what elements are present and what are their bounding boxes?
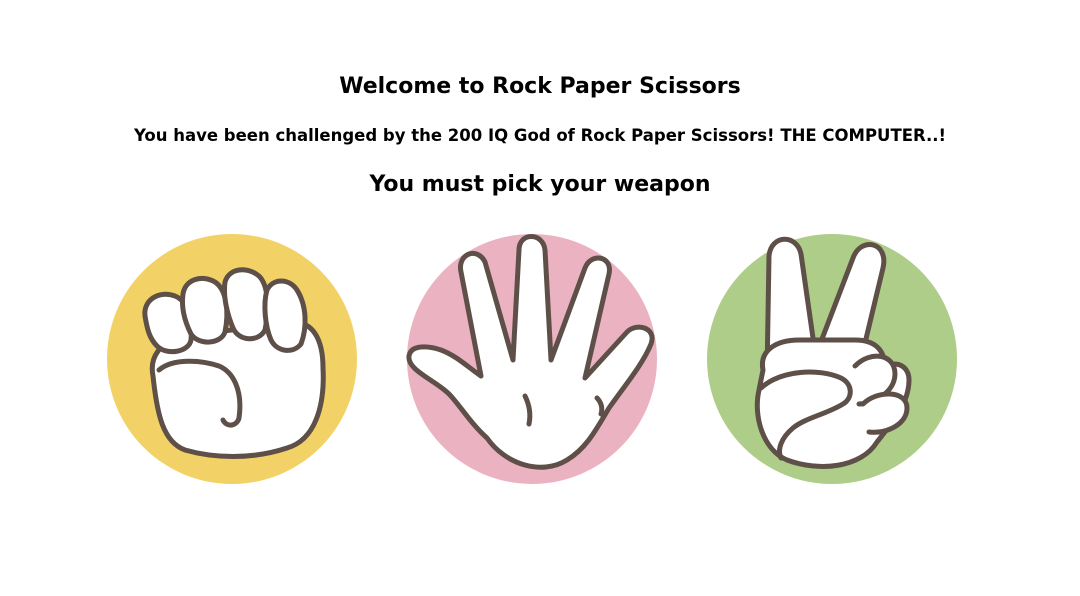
challenge-subtitle: You have been challenged by the 200 IQ G… [133, 126, 947, 145]
page-title: Welcome to Rock Paper Scissors [339, 74, 741, 99]
scissors-label: scissors [832, 490, 833, 491]
pick-weapon-prompt: You must pick your weapon [369, 172, 711, 197]
rock-label: rock [232, 490, 233, 491]
scissors-button[interactable]: scissors [701, 228, 963, 490]
open-hand-icon [406, 234, 657, 484]
paper-label: paper [532, 490, 533, 491]
peace-sign-icon [707, 234, 957, 484]
game-screen: Welcome to Rock Paper Scissors You have … [0, 0, 1080, 596]
rock-button[interactable]: rock [101, 228, 363, 490]
paper-button[interactable]: paper [401, 228, 663, 490]
fist-icon [107, 234, 357, 484]
